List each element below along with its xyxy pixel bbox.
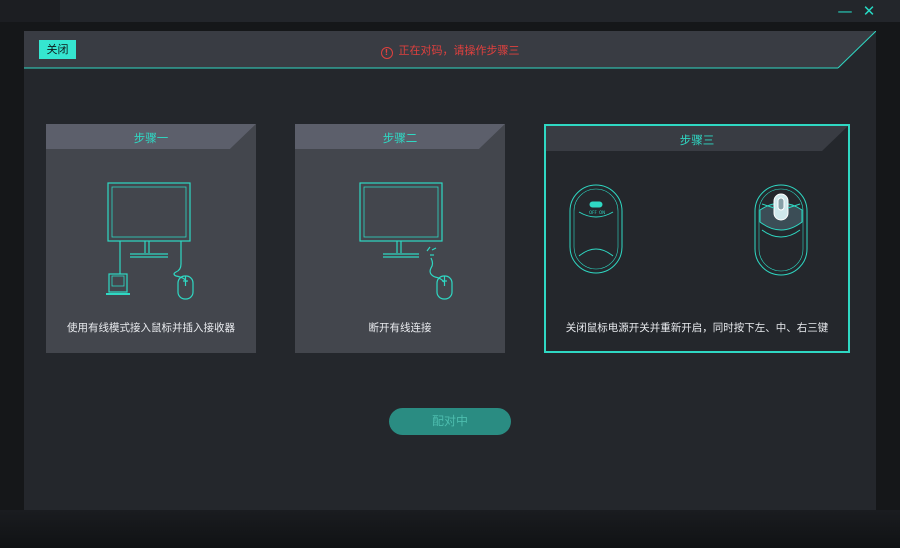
step-card-3-active: 步骤三 OFF ON 关闭鼠标电源开关并重新开启，同时按下左、中、右三键	[544, 124, 850, 353]
monitor-disconnect-illustration	[359, 182, 453, 300]
switch-on-label: ON	[599, 210, 605, 215]
pairing-status: ! 正在对码，请操作步骤三	[24, 42, 876, 59]
step-description: 断开有线连接	[368, 322, 432, 334]
step-card-1: 步骤一 使用有线模式接入鼠标并插入接收器	[46, 124, 256, 353]
background-decoration	[0, 510, 900, 548]
window-titlebar: — ✕	[0, 0, 900, 22]
step-description: 使用有线模式接入鼠标并插入接收器	[67, 322, 235, 334]
monitor-mouse-receiver-illustration	[106, 182, 194, 300]
step-card-2: 步骤二 断开有线连接	[295, 124, 505, 353]
pairing-button[interactable]: 配对中	[389, 408, 511, 435]
status-text: 正在对码，请操作步骤三	[398, 44, 520, 57]
warning-circle-icon: !	[380, 47, 393, 59]
step-description: 关闭鼠标电源开关并重新开启，同时按下左、中、右三键	[565, 322, 829, 334]
minimize-icon[interactable]: —	[836, 2, 854, 20]
dialog-header: 关闭 ! 正在对码，请操作步骤三	[24, 31, 876, 69]
switch-off-label: OFF	[589, 210, 597, 215]
mouse-power-switch-illustration: OFF ON	[569, 184, 808, 276]
titlebar-panel	[60, 0, 900, 22]
close-icon[interactable]: ✕	[860, 2, 878, 20]
